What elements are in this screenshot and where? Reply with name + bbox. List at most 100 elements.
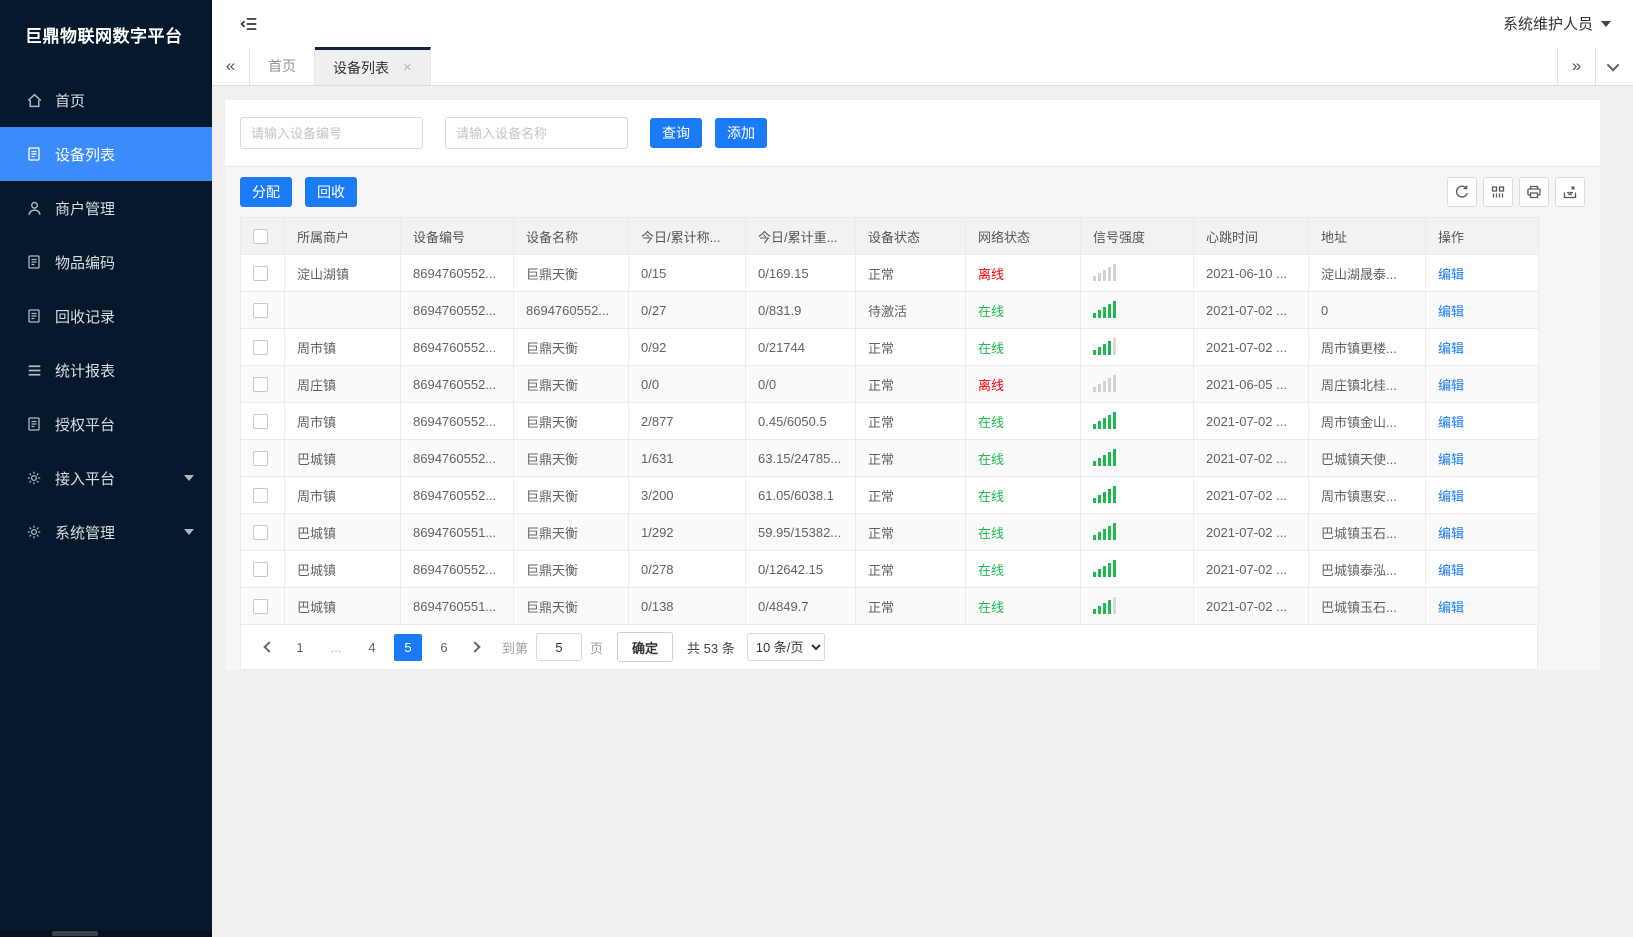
user-menu[interactable]: 系统维护人员 [1503,13,1611,34]
sidebar-item-物品编码[interactable]: 物品编码 [0,235,212,289]
edit-link[interactable]: 编辑 [1438,341,1464,356]
edit-link[interactable]: 编辑 [1438,304,1464,319]
cell-heartbeat: 2021-07-02 ... [1193,291,1309,329]
page-button[interactable]: 6 [430,634,458,661]
tab-home[interactable]: 首页 [250,47,315,85]
cell-signal [1080,365,1194,403]
table-row: 周市镇 8694760552... 巨鼎天衡 0/92 0/21744 正常 在线 2021-… [240,328,1539,366]
row-checkbox[interactable] [253,562,268,578]
export-icon[interactable] [1555,177,1585,207]
confirm-page-button[interactable]: 确定 [617,632,674,662]
row-select-cell [240,328,285,366]
row-checkbox[interactable] [253,266,268,282]
print-icon[interactable] [1519,177,1549,207]
sidebar-item-授权平台[interactable]: 授权平台 [0,397,212,451]
edit-link[interactable]: 编辑 [1438,452,1464,467]
row-checkbox[interactable] [253,599,268,615]
recycle-button[interactable]: 回收 [305,177,357,207]
cell-today-count: 1/631 [628,439,746,477]
goto-page-input[interactable] [536,633,583,661]
edit-link[interactable]: 编辑 [1438,489,1464,504]
sidebar-collapse-icon[interactable] [236,11,262,37]
edit-link[interactable]: 编辑 [1438,267,1464,282]
sidebar-item-设备列表[interactable]: 设备列表 [0,127,212,181]
sidebar-item-商户管理[interactable]: 商户管理 [0,181,212,235]
cell-merchant: 巴城镇 [284,587,401,625]
edit-link[interactable]: 编辑 [1438,415,1464,430]
cell-heartbeat: 2021-07-02 ... [1193,476,1309,514]
row-checkbox[interactable] [253,488,268,504]
cell-device-no: 8694760551... [400,587,514,625]
page-list: 1... 4 5 6 [282,633,462,661]
close-icon[interactable]: × [403,60,412,75]
tabs-scroll-right-button[interactable]: » [1557,47,1595,85]
next-page-button[interactable] [462,634,488,660]
device-no-input[interactable] [240,117,423,149]
edit-link[interactable]: 编辑 [1438,563,1464,578]
page-button[interactable]: 5 [394,633,422,661]
cell-heartbeat: 2021-07-02 ... [1193,513,1309,551]
cell-device-name: 巨鼎天衡 [513,513,629,551]
sidebar-item-回收记录[interactable]: 回收记录 [0,289,212,343]
total-count-label: 共 53 条 [687,640,735,656]
edit-link[interactable]: 编辑 [1438,378,1464,393]
row-checkbox[interactable] [253,414,268,430]
row-checkbox[interactable] [253,340,268,356]
col-merchant: 所属商户 [284,217,401,255]
cell-heartbeat: 2021-07-02 ... [1193,550,1309,588]
edit-link[interactable]: 编辑 [1438,600,1464,615]
cell-merchant: 巴城镇 [284,550,401,588]
device-name-input[interactable] [445,117,628,149]
columns-icon[interactable] [1483,177,1513,207]
sidebar-item-统计报表[interactable]: 统计报表 [0,343,212,397]
cell-merchant: 周庄镇 [284,365,401,403]
cell-address: 周庄镇北桂... [1308,365,1426,403]
cell-address: 巴城镇玉石... [1308,587,1426,625]
sidebar-item-接入平台[interactable]: 接入平台 [0,451,212,505]
top-bar: 系统维护人员 [212,0,1633,47]
signal-strength-icon [1093,485,1116,503]
chevron-down-icon [184,529,194,535]
cell-device-no: 8694760552... [400,402,514,440]
cell-actions: 编辑 [1425,254,1539,292]
cell-today-weight: 0/4849.7 [745,587,856,625]
sidebar-item-系统管理[interactable]: 系统管理 [0,505,212,559]
query-button[interactable]: 查询 [650,118,702,148]
table-row: 巴城镇 8694760551... 巨鼎天衡 1/292 59.95/15382... 正… [240,513,1539,551]
page-button[interactable]: 1 [286,634,314,661]
row-checkbox[interactable] [253,451,268,467]
cell-merchant: 淀山湖镇 [284,254,401,292]
add-button[interactable]: 添加 [715,118,767,148]
tabs-menu-button[interactable] [1595,47,1633,85]
refresh-icon[interactable] [1447,177,1477,207]
row-checkbox[interactable] [253,525,268,541]
tabs-scroll-left-button[interactable]: « [212,47,250,85]
cell-device-no: 8694760552... [400,550,514,588]
col-device-name: 设备名称 [513,217,629,255]
edit-link[interactable]: 编辑 [1438,526,1464,541]
scrollbar-thumb[interactable] [52,931,98,936]
sidebar-item-首页[interactable]: 首页 [0,73,212,127]
tab-label: 首页 [268,58,296,74]
cell-heartbeat: 2021-06-10 ... [1193,254,1309,292]
row-checkbox[interactable] [253,303,268,319]
col-today-weight: 今日/累计重... [745,217,856,255]
doc-icon [25,145,43,163]
cell-signal [1080,476,1194,514]
sidebar: 巨鼎物联网数字平台 首页 设备列表 商户管理 物品编码 回收记录 统计报表 授权平台 接入平台… [0,0,212,937]
cell-address: 巴城镇玉石... [1308,513,1426,551]
cell-today-weight: 59.95/15382... [745,513,856,551]
page-size-select[interactable]: 10 条/页 [746,633,825,661]
cell-address: 周市镇惠安... [1308,476,1426,514]
row-checkbox[interactable] [253,377,268,393]
horizontal-scrollbar[interactable] [0,930,212,937]
assign-button[interactable]: 分配 [240,177,292,207]
prev-page-button[interactable] [256,634,282,660]
sidebar-nav: 首页 设备列表 商户管理 物品编码 回收记录 统计报表 授权平台 接入平台 系统管理 [0,73,212,559]
signal-strength-icon [1093,411,1116,429]
select-all-checkbox[interactable] [253,229,268,245]
cell-network: 在线 [965,513,1081,551]
page-button[interactable]: 4 [358,634,386,661]
page-ellipsis: ... [330,639,342,655]
tab-device-list[interactable]: 设备列表 × [315,47,431,85]
